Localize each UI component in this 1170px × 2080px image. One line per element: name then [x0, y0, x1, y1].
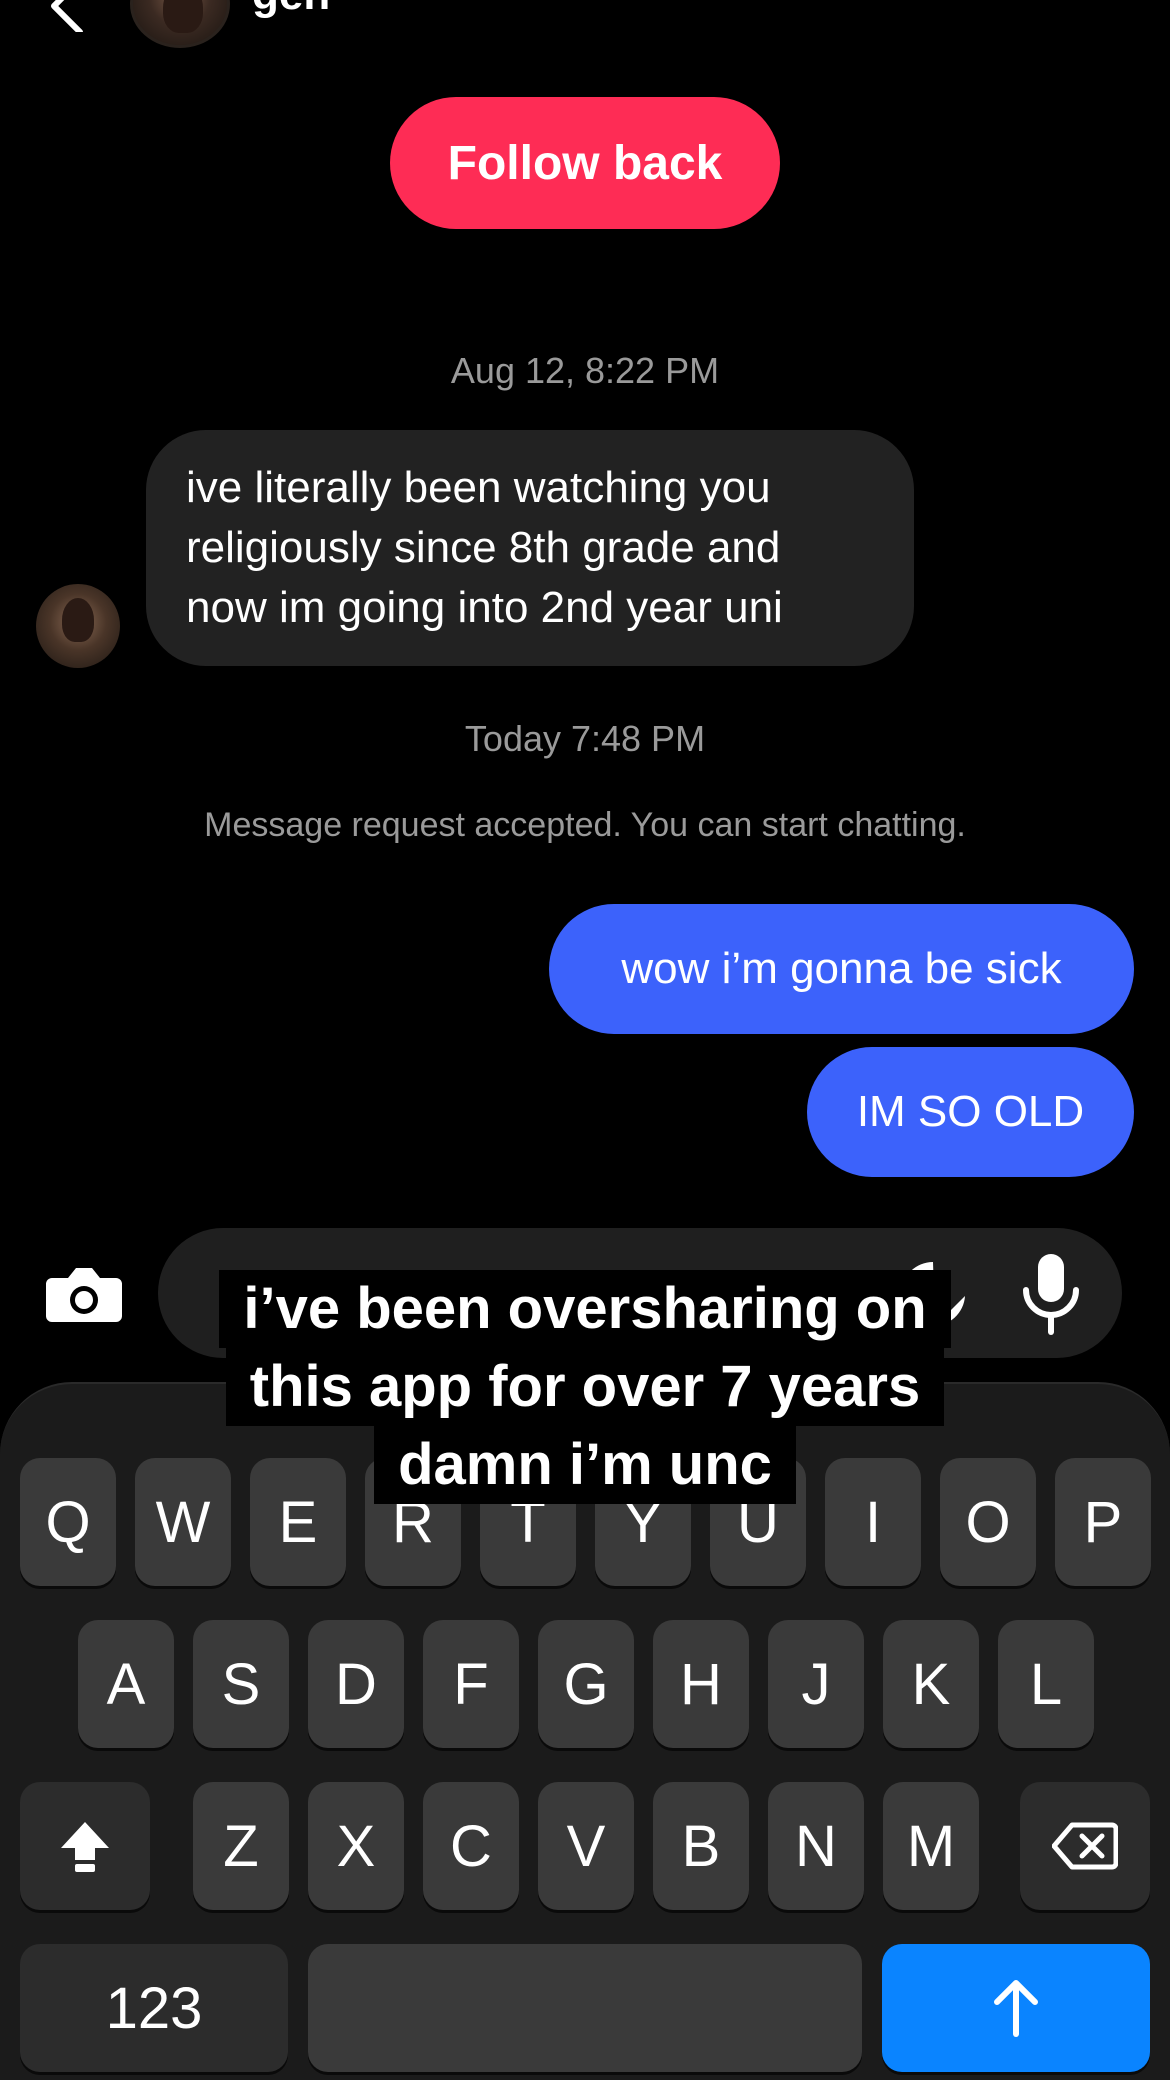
contact-avatar[interactable]	[130, 0, 230, 48]
caption-line: i’ve been oversharing on	[219, 1270, 951, 1348]
contact-name[interactable]: gen	[252, 0, 330, 20]
message-timestamp: Today 7:48 PM	[464, 718, 706, 759]
back-arrow-icon[interactable]	[40, 0, 100, 32]
key-j[interactable]: J	[768, 1620, 864, 1748]
key-d[interactable]: D	[308, 1620, 404, 1748]
key-l[interactable]: L	[998, 1620, 1094, 1748]
key-m[interactable]: M	[883, 1782, 979, 1910]
backspace-key[interactable]	[1020, 1782, 1150, 1910]
outgoing-message-bubble[interactable]: wow i’m gonna be sick	[549, 904, 1134, 1034]
key-x[interactable]: X	[308, 1782, 404, 1910]
key-a[interactable]: A	[78, 1620, 174, 1748]
key-g[interactable]: G	[538, 1620, 634, 1748]
caption-line: damn i’m unc	[374, 1426, 796, 1504]
space-key[interactable]	[308, 1944, 862, 2072]
numbers-key[interactable]: 123	[20, 1944, 288, 2072]
key-v[interactable]: V	[538, 1782, 634, 1910]
system-message: Message request accepted. You can start …	[204, 806, 966, 844]
more-options-icon[interactable]	[1050, 0, 1120, 10]
shift-key[interactable]	[20, 1782, 150, 1910]
key-z[interactable]: Z	[193, 1782, 289, 1910]
up-arrow-icon	[994, 1980, 1038, 2037]
key-n[interactable]: N	[768, 1782, 864, 1910]
incoming-message-bubble[interactable]: ive literally been watching you religiou…	[146, 430, 914, 666]
key-f[interactable]: F	[423, 1620, 519, 1748]
key-h[interactable]: H	[653, 1620, 749, 1748]
follow-back-button[interactable]: Follow back	[390, 97, 780, 229]
sender-avatar[interactable]	[36, 584, 120, 668]
key-c[interactable]: C	[423, 1782, 519, 1910]
key-s[interactable]: S	[193, 1620, 289, 1748]
outgoing-message-bubble[interactable]: IM SO OLD	[807, 1047, 1134, 1177]
caption-line: this app for over 7 years	[225, 1348, 945, 1426]
video-caption-overlay: i’ve been oversharing on this app for ov…	[0, 1270, 1170, 1504]
send-key[interactable]	[882, 1944, 1150, 2072]
key-k[interactable]: K	[883, 1620, 979, 1748]
shift-icon	[61, 1822, 109, 1872]
key-b[interactable]: B	[653, 1782, 749, 1910]
backspace-icon	[1052, 1822, 1118, 1870]
message-timestamp: Aug 12, 8:22 PM	[450, 350, 720, 391]
chat-header: gen	[0, 0, 1170, 60]
